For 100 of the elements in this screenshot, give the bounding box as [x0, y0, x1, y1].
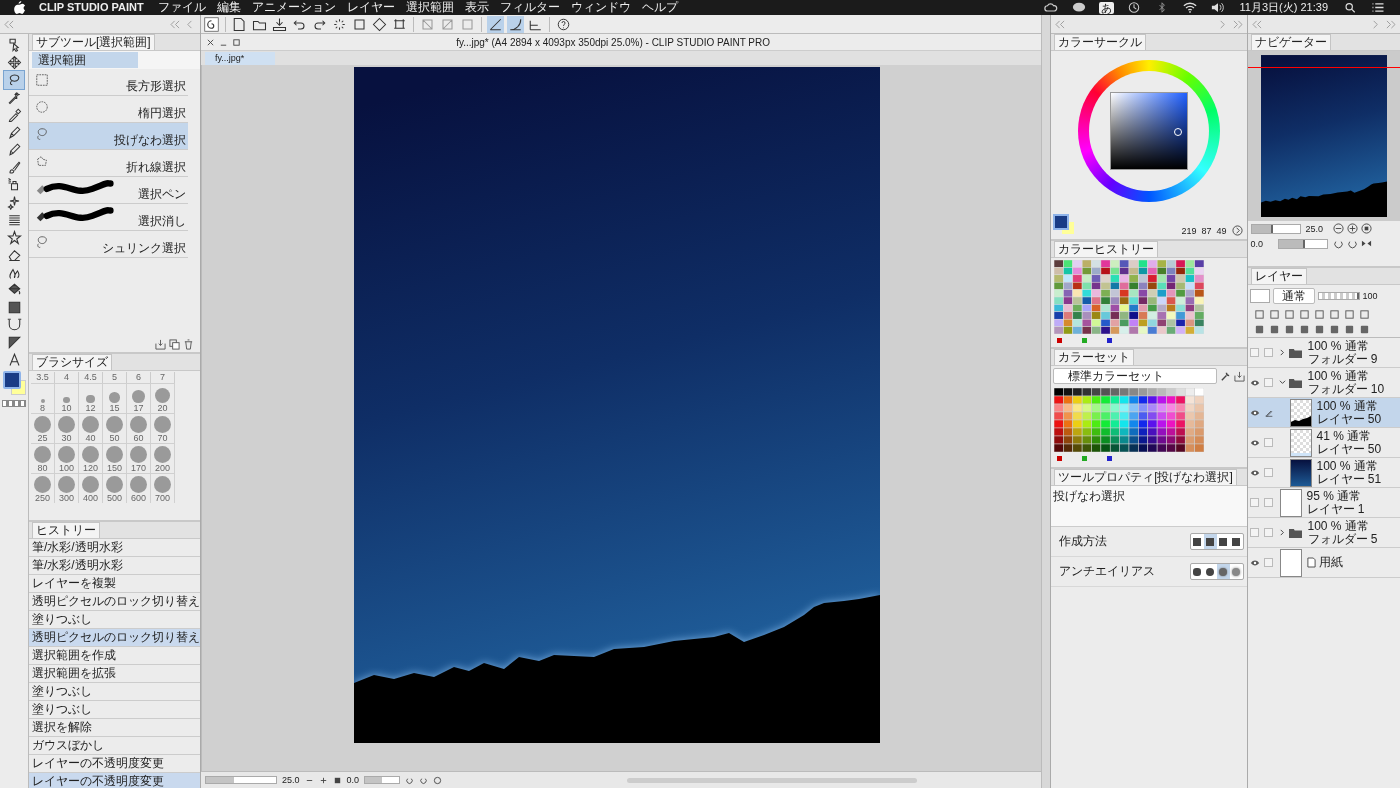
rotate-left-icon[interactable]	[1332, 238, 1344, 249]
brush-size-option[interactable]: 170	[127, 443, 151, 473]
visibility-checkbox[interactable]	[1250, 348, 1259, 357]
search-icon[interactable]	[1343, 2, 1357, 13]
panel-tab[interactable]: ナビゲーター	[1250, 34, 1331, 50]
chat-bubble-icon[interactable]	[1071, 2, 1086, 13]
lasso-icon[interactable]	[4, 71, 24, 89]
zoom-in-icon[interactable]	[1346, 223, 1358, 234]
panel-tab[interactable]: カラーヒストリー	[1054, 241, 1159, 257]
history-item[interactable]: 透明ピクセルのロック切り替え	[29, 629, 200, 647]
rotate-right-icon[interactable]	[419, 775, 429, 785]
layer-row[interactable]: 95 % 通常 レイヤー 1	[1247, 488, 1400, 518]
brush-size-option[interactable]: 20	[151, 383, 175, 413]
lock-checkbox[interactable]	[1264, 468, 1273, 477]
layer-action-icon[interactable]	[1328, 324, 1340, 335]
layer-row[interactable]: 41 % 通常 レイヤー 50	[1247, 428, 1400, 458]
history-item[interactable]: 選択範囲を作成	[29, 647, 200, 665]
brush-size-option[interactable]: 10	[55, 383, 79, 413]
history-item[interactable]: 塗りつぶし	[29, 683, 200, 701]
history-item[interactable]: ガウスぼかし	[29, 737, 200, 755]
rotation-value[interactable]: 0.0	[346, 775, 360, 785]
fit-icon[interactable]	[332, 775, 342, 785]
reset-rotation-icon[interactable]	[433, 775, 443, 785]
zoom-out-icon[interactable]	[1332, 223, 1344, 234]
brush-size-option[interactable]: 4	[55, 372, 79, 383]
brush-size-option[interactable]: 8	[31, 383, 55, 413]
color-mode-marker[interactable]	[1107, 456, 1113, 461]
panel-tab[interactable]: ツールプロパティ[投げなわ選択]	[1054, 469, 1237, 485]
brush-size-option[interactable]: 15	[103, 383, 127, 413]
history-item[interactable]: レイヤーの不透明度変更	[29, 773, 200, 788]
transparent-color-swatch[interactable]	[2, 399, 26, 407]
layer-action-icon[interactable]	[1253, 324, 1265, 335]
brush-size-option[interactable]: 50	[103, 413, 127, 443]
panel-tab[interactable]: レイヤー	[1250, 268, 1307, 284]
play-icon[interactable]	[1231, 225, 1243, 236]
brush-size-option[interactable]: 5	[103, 372, 127, 383]
menu-item[interactable]: ウィンドウ	[570, 0, 631, 15]
visibility-checkbox[interactable]	[1250, 498, 1259, 507]
color-mode-marker[interactable]	[1057, 456, 1063, 461]
layer-tool-icon[interactable]	[1253, 309, 1265, 320]
antialias-option[interactable]	[1216, 564, 1230, 579]
layer-row[interactable]: 100 % 通常 フォルダー 10	[1247, 368, 1400, 398]
horizontal-scrollbar[interactable]	[627, 777, 918, 783]
zoom-slider[interactable]	[1250, 223, 1301, 234]
layer-tool-icon[interactable]	[1313, 309, 1325, 320]
color-mode-marker[interactable]	[1082, 456, 1088, 461]
chevron-icon[interactable]	[1278, 529, 1286, 536]
blend-mode-dropdown[interactable]: 通常	[1272, 288, 1315, 304]
eye-icon[interactable]	[1249, 378, 1260, 387]
color-set-dropdown[interactable]: 標準カラーセット	[1053, 368, 1217, 384]
history-item[interactable]: 選択範囲を拡張	[29, 665, 200, 683]
brush-size-option[interactable]: 40	[79, 413, 103, 443]
eye-icon[interactable]	[1249, 558, 1260, 567]
clock-history-icon[interactable]	[1126, 2, 1141, 13]
layer-row[interactable]: 100 % 通常 フォルダー 9	[1247, 338, 1400, 368]
layer-tool-icon[interactable]	[1298, 309, 1310, 320]
layer-color-dropdown[interactable]	[1249, 289, 1270, 303]
history-item[interactable]: レイヤーを複製	[29, 575, 200, 593]
subtool-item[interactable]: 投げなわ選択	[29, 123, 188, 150]
menu-item[interactable]: 表示	[464, 0, 489, 15]
figure-icon[interactable]	[4, 228, 24, 246]
layer-tool-icon[interactable]	[1268, 309, 1280, 320]
opacity-slider[interactable]	[1317, 292, 1360, 300]
menu-item[interactable]: フィルター	[499, 0, 560, 15]
panel-tab[interactable]: ヒストリー	[32, 522, 100, 538]
menu-item[interactable]: ヘルプ	[641, 0, 678, 15]
eye-icon[interactable]	[1249, 408, 1260, 417]
color-mode-marker[interactable]	[1107, 338, 1113, 343]
close-icon[interactable]	[206, 37, 215, 47]
wrench-icon[interactable]	[1219, 370, 1231, 382]
layer-tool-icon[interactable]	[1283, 309, 1295, 320]
layer-row[interactable]: 100 % 通常 レイヤー 50	[1247, 398, 1400, 428]
fill-selection-icon[interactable]	[371, 15, 388, 33]
panel-tab[interactable]: ブラシサイズ	[32, 354, 112, 370]
lock-checkbox[interactable]	[1264, 348, 1273, 357]
snap-special-ruler-icon[interactable]	[507, 15, 524, 33]
cloud-icon[interactable]	[1043, 2, 1058, 13]
rotation-value[interactable]: 0.0	[1250, 238, 1275, 249]
duplicate-icon[interactable]	[169, 339, 180, 350]
flip-icon[interactable]	[1360, 238, 1372, 249]
subtool-item[interactable]: 選択消し	[29, 204, 188, 231]
subtool-group-tab[interactable]: 選択範囲	[32, 52, 138, 68]
brush-size-option[interactable]: 150	[103, 443, 127, 473]
brush-size-option[interactable]: 200	[151, 443, 175, 473]
brush-size-option[interactable]: 100	[55, 443, 79, 473]
panel-tab[interactable]: カラーサークル	[1054, 34, 1147, 50]
opacity-value[interactable]: 100	[1362, 291, 1378, 301]
brush-size-option[interactable]: 120	[79, 443, 103, 473]
brush-size-option[interactable]: 80	[31, 443, 55, 473]
lock-checkbox[interactable]	[1264, 438, 1273, 447]
import-icon[interactable]	[1233, 370, 1245, 382]
chevron-icon[interactable]	[1278, 349, 1286, 356]
brush-size-option[interactable]: 17	[127, 383, 151, 413]
brush-size-option[interactable]: 60	[127, 413, 151, 443]
input-method-indicator[interactable]: あ	[1098, 1, 1114, 14]
import-icon[interactable]	[155, 339, 166, 350]
maximize-icon[interactable]	[232, 37, 241, 47]
rotation-slider[interactable]	[364, 776, 401, 784]
brush-size-option[interactable]: 4.5	[79, 372, 103, 383]
eye-icon[interactable]	[1249, 438, 1260, 447]
